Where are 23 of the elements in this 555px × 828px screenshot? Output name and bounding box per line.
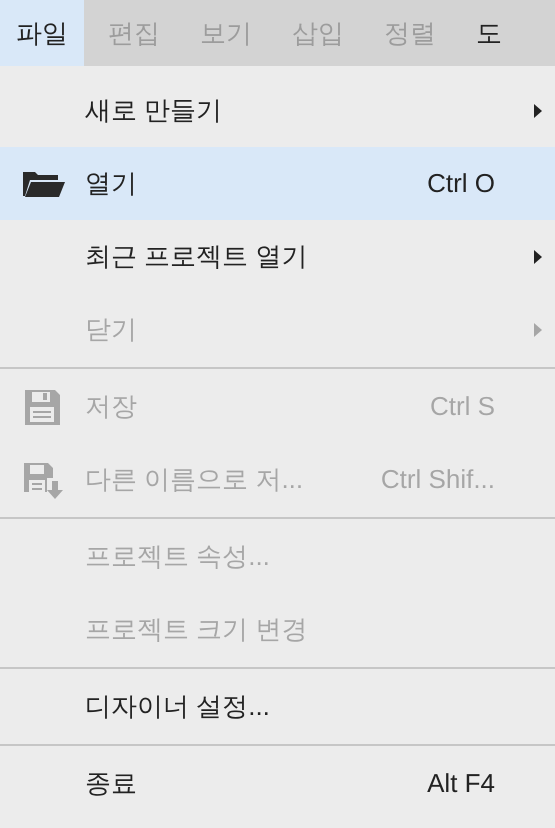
menu-item-label: 저장 — [85, 390, 137, 423]
menu-item-label: 새로 만들기 — [85, 94, 222, 127]
menu-item-label: 디자이너 설정... — [85, 690, 270, 723]
menu-item[interactable]: 디자이너 설정... — [0, 670, 555, 743]
menu-item-label: 프로젝트 크기 변경 — [85, 613, 308, 646]
menu-item-label: 종료 — [85, 767, 137, 800]
menu-item[interactable]: 종료 Alt F4 — [0, 747, 555, 820]
menu-item-label: 닫기 — [85, 313, 137, 346]
shortcut-text: Ctrl S — [430, 390, 495, 423]
floppy-disk-download-icon — [22, 460, 64, 498]
menu-item[interactable]: 열기 Ctrl O — [0, 147, 555, 220]
folder-icon — [20, 170, 66, 198]
shortcut-text: Ctrl Shif... — [380, 463, 495, 496]
menu-bar-item[interactable]: 파일 — [0, 0, 84, 66]
menu-item[interactable]: 최근 프로젝트 열기 — [0, 220, 555, 293]
menu-item-label: 최근 프로젝트 열기 — [85, 240, 308, 273]
shortcut-text: Ctrl O — [427, 167, 495, 200]
menu-bar-item[interactable]: 도 — [460, 0, 518, 66]
menu-item-label: 프로젝트 속성... — [85, 540, 270, 573]
menu-item-label: 다른 이름으로 저... — [85, 463, 304, 496]
menu-item[interactable]: 새로 만들기 — [0, 74, 555, 147]
shortcut-text: Alt F4 — [427, 767, 495, 800]
menu-item-label: 열기 — [85, 167, 137, 200]
